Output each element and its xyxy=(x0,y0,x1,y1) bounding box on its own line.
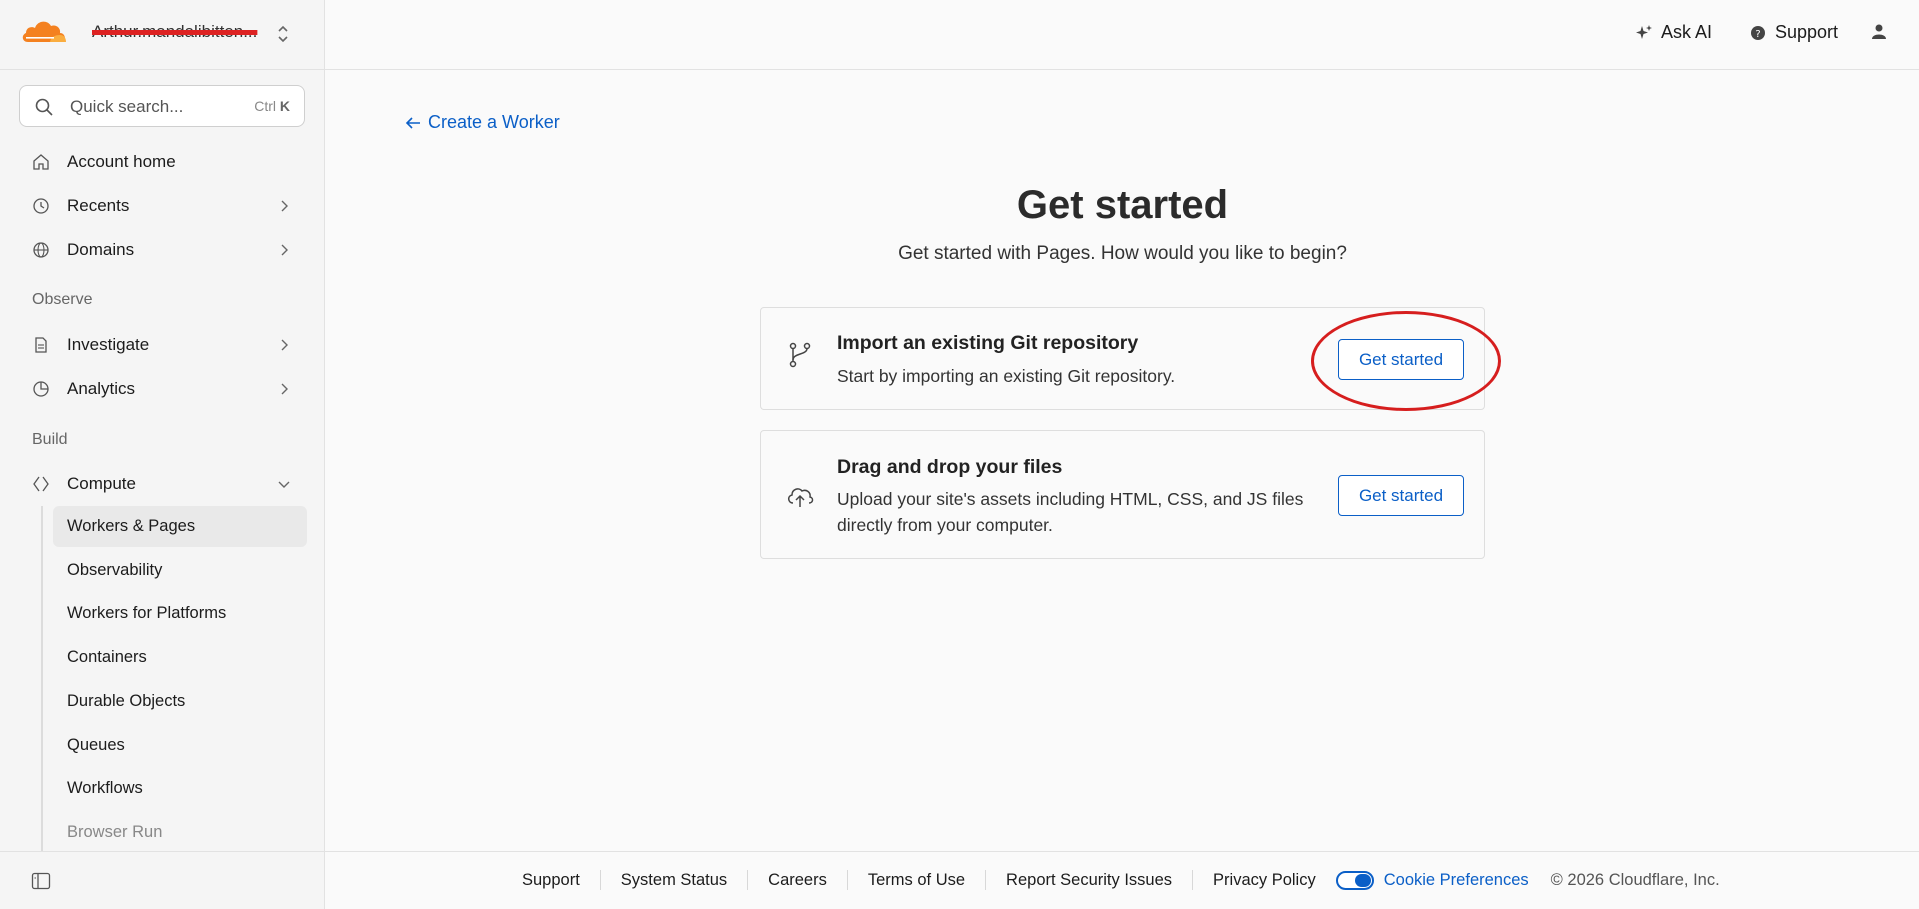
sidebar-subitem-containers[interactable]: Containers xyxy=(53,637,307,678)
sidebar-item-label: Account home xyxy=(67,152,176,171)
sidebar-subitem-label: Browser Run xyxy=(67,823,163,841)
sidebar-footer xyxy=(0,851,324,909)
sidebar-subitem-label: Queues xyxy=(67,736,125,754)
create-worker-back-link[interactable]: Create a Worker xyxy=(404,112,560,133)
drag-drop-get-started-button[interactable]: Get started xyxy=(1338,475,1464,516)
sidebar-item-account-home[interactable]: Account home xyxy=(18,144,308,180)
sidebar: Arthur.mandalibitten... Quick search... … xyxy=(0,0,325,909)
submenu-rail xyxy=(41,506,43,851)
top-bar: Ask AI ? Support xyxy=(325,0,1919,70)
chevron-right-icon xyxy=(281,339,288,351)
sidebar-subitem-browser-run[interactable]: Browser Run xyxy=(53,812,307,848)
sidebar-collapse-icon[interactable] xyxy=(31,872,51,890)
back-link-label: Create a Worker xyxy=(428,112,560,132)
footer-link-report-security[interactable]: Report Security Issues xyxy=(986,870,1194,890)
git-branch-icon xyxy=(789,342,811,368)
account-name[interactable]: Arthur.mandalibitten... xyxy=(92,22,262,42)
ask-ai-label: Ask AI xyxy=(1661,22,1713,42)
svg-text:?: ? xyxy=(1755,29,1760,40)
sidebar-subitem-label: Workflows xyxy=(67,779,143,797)
page-title: Get started xyxy=(1016,183,1229,227)
card-description: Start by importing an existing Git repos… xyxy=(837,366,1176,386)
home-icon xyxy=(33,154,49,170)
app: Arthur.mandalibitten... Quick search... … xyxy=(0,0,1919,909)
investigate-icon xyxy=(35,337,47,353)
chevron-right-icon xyxy=(281,383,288,395)
footer-link-terms[interactable]: Terms of Use xyxy=(848,870,987,890)
sidebar-subitem-workers-for-platforms[interactable]: Workers for Platforms xyxy=(53,593,307,634)
user-menu-button[interactable] xyxy=(1870,22,1888,40)
card-title: Drag and drop your files xyxy=(837,456,1063,478)
sidebar-item-label: Compute xyxy=(67,474,136,493)
help-icon: ? xyxy=(1751,25,1765,40)
cookie-preferences-label: Cookie Preferences xyxy=(1383,870,1529,889)
cookie-toggle-icon xyxy=(1335,870,1374,890)
sidebar-item-label: Investigate xyxy=(67,335,150,354)
ask-ai-button[interactable]: Ask AI xyxy=(1635,22,1712,43)
sparkle-icon xyxy=(1636,24,1652,39)
import-git-card: Import an existing Git repository Start … xyxy=(760,307,1485,410)
section-label-build: Build xyxy=(32,431,68,448)
sidebar-subitem-observability[interactable]: Observability xyxy=(53,550,307,591)
footer: Support System Status Careers Terms of U… xyxy=(325,851,1919,909)
sidebar-subitem-label: Workers & Pages xyxy=(67,517,196,535)
sidebar-subitem-workflows[interactable]: Workflows xyxy=(53,768,307,809)
shortcut-key: K xyxy=(279,98,290,114)
search-icon xyxy=(35,98,53,116)
footer-link-system-status[interactable]: System Status xyxy=(601,870,749,890)
account-switch-icon[interactable] xyxy=(274,22,292,46)
sidebar-subitem-label: Observability xyxy=(67,561,163,579)
sidebar-subitem-label: Workers for Platforms xyxy=(67,604,227,622)
chevron-down-icon xyxy=(278,481,290,488)
sidebar-subitem-label: Containers xyxy=(67,648,147,666)
copyright: © 2026 Cloudflare, Inc. xyxy=(1550,870,1720,889)
arrow-left-icon xyxy=(405,116,420,129)
sidebar-subitem-queues[interactable]: Queues xyxy=(53,725,307,766)
sidebar-subitem-durable-objects[interactable]: Durable Objects xyxy=(53,681,307,722)
search-input[interactable]: Quick search... Ctrl K xyxy=(19,85,305,127)
sidebar-subitem-label: Durable Objects xyxy=(67,692,186,710)
sidebar-item-compute[interactable]: Compute xyxy=(18,466,308,502)
sidebar-header: Arthur.mandalibitten... xyxy=(0,0,324,70)
cookie-preferences-link[interactable]: Cookie Preferences xyxy=(1335,870,1529,890)
footer-link-support[interactable]: Support xyxy=(519,870,601,890)
import-git-get-started-button[interactable]: Get started xyxy=(1338,339,1464,380)
compute-icon xyxy=(33,476,49,492)
cloud-upload-icon xyxy=(788,488,814,507)
support-button[interactable]: ? Support xyxy=(1749,22,1838,43)
user-icon xyxy=(1872,24,1886,39)
cloudflare-logo-icon[interactable] xyxy=(20,18,68,44)
pie-chart-icon xyxy=(33,381,49,397)
support-label: Support xyxy=(1775,22,1839,42)
page-subtitle: Get started with Pages. How would you li… xyxy=(898,243,1347,264)
footer-links: Support System Status Careers Terms of U… xyxy=(519,870,1720,890)
sidebar-subitem-workers-pages[interactable]: Workers & Pages xyxy=(53,506,307,547)
search-placeholder: Quick search... xyxy=(70,97,184,116)
card-title: Import an existing Git repository xyxy=(837,332,1139,354)
footer-link-careers[interactable]: Careers xyxy=(748,870,848,890)
card-description: Upload your site's assets including HTML… xyxy=(837,489,1304,535)
section-label-observe: Observe xyxy=(32,291,93,308)
sidebar-item-label: Analytics xyxy=(67,379,136,398)
footer-link-privacy[interactable]: Privacy Policy xyxy=(1193,870,1336,890)
sidebar-item-analytics[interactable]: Analytics xyxy=(18,371,308,407)
search-shortcut: Ctrl K xyxy=(254,98,290,114)
drag-drop-card: Drag and drop your files Upload your sit… xyxy=(760,430,1485,559)
shortcut-ctrl: Ctrl xyxy=(254,98,276,114)
sidebar-item-investigate[interactable]: Investigate xyxy=(18,327,308,363)
